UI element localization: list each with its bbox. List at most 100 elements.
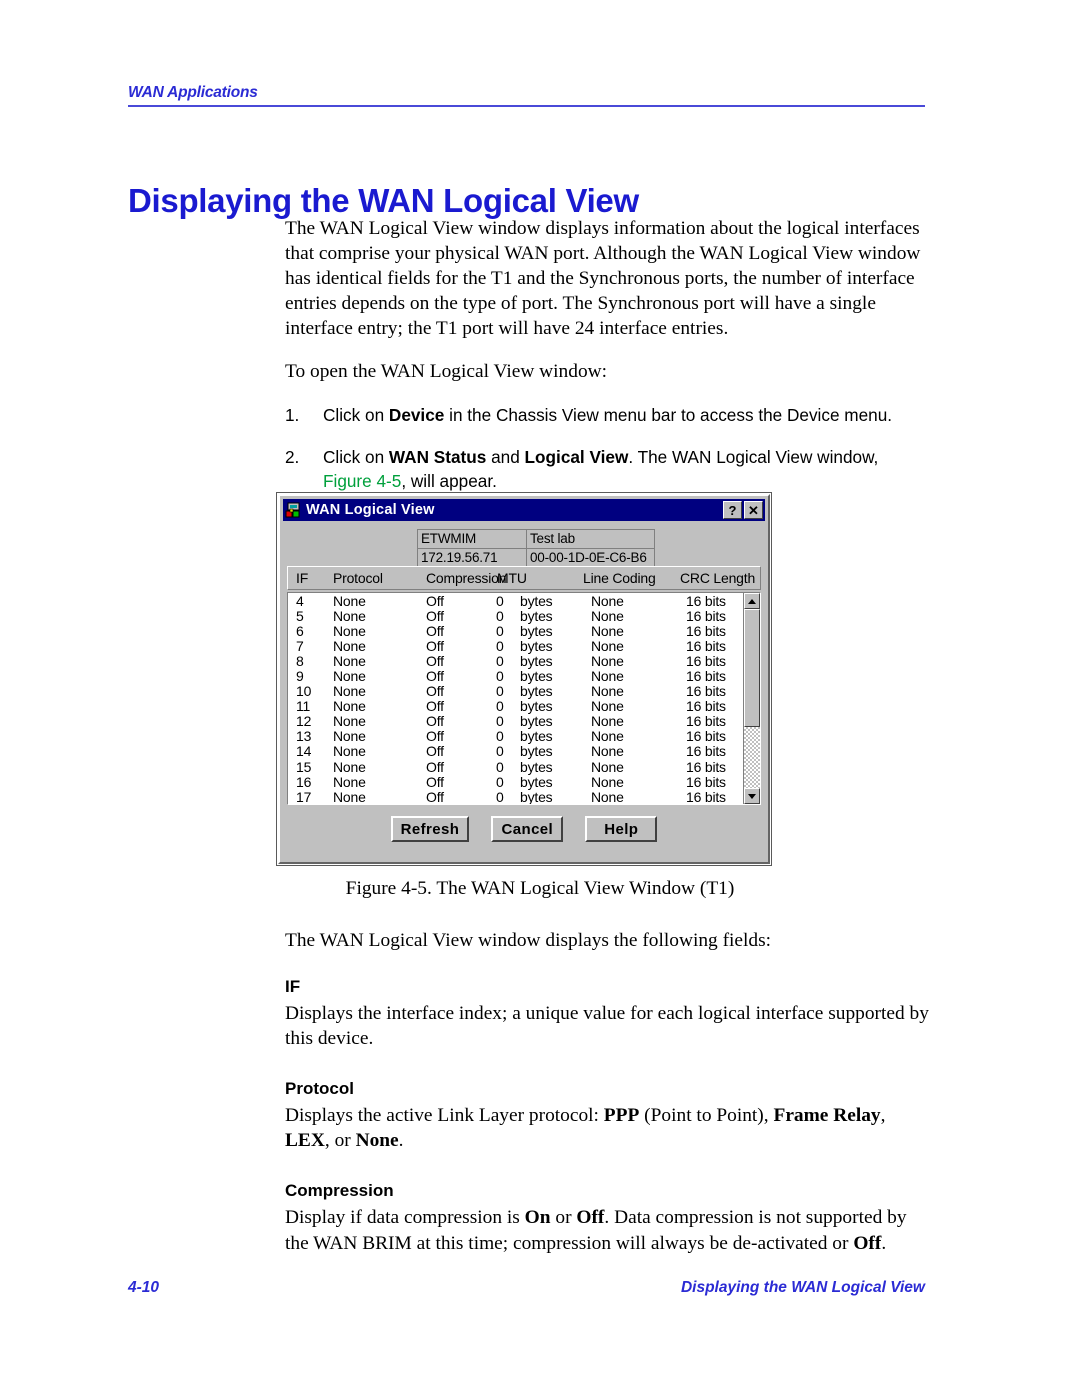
text-run: ,: [880, 1105, 886, 1127]
table-row[interactable]: 17 None Off 0 bytes None 16 bits: [288, 788, 742, 805]
step-number: 2.: [285, 446, 300, 467]
cell-compression: Off: [426, 773, 444, 790]
cell-crc-length: 16 bits: [686, 593, 726, 609]
cell-protocol: None: [333, 728, 366, 745]
titlebar-help-button[interactable]: ?: [723, 501, 742, 519]
bold-term: Frame Relay: [773, 1105, 881, 1127]
cell-crc-length: 16 bits: [686, 638, 726, 655]
table-row[interactable]: 7 None Off 0 bytes None 16 bits: [288, 639, 742, 654]
bold-term: LEX: [285, 1130, 325, 1152]
cell-if: 4: [296, 593, 304, 609]
scroll-up-button[interactable]: [744, 593, 760, 609]
cell-mtu-unit: bytes: [520, 758, 553, 775]
scrollbar-track[interactable]: [744, 609, 760, 788]
interface-rows: 4 None Off 0 bytes None 16 bits 5 None Off 0 bytes N…: [288, 593, 742, 805]
cancel-button[interactable]: Cancel: [491, 816, 564, 842]
field-name-heading: Compression: [285, 1181, 394, 1201]
cell-protocol: None: [333, 788, 366, 805]
scrollbar-thumb[interactable]: [744, 609, 760, 727]
cell-protocol: None: [333, 608, 366, 625]
cell-compression: Off: [426, 788, 444, 805]
arrow-down-icon: [748, 793, 756, 799]
steps-list: 1. Click on Device in the Chassis View me…: [285, 403, 930, 493]
wan-logical-view-dialog: WAN Logical View ? ✕ ETWMIM Test lab 172…: [278, 494, 770, 864]
titlebar-close-button[interactable]: ✕: [744, 501, 763, 519]
dialog-titlebar[interactable]: WAN Logical View ? ✕: [283, 499, 765, 521]
help-button[interactable]: Help: [585, 816, 658, 842]
field-name-heading: Protocol: [285, 1079, 354, 1099]
table-row[interactable]: 4 None Off 0 bytes None 16 bits: [288, 593, 742, 609]
table-row[interactable]: 9 None Off 0 bytes None 16 bits: [288, 669, 742, 684]
vertical-scrollbar[interactable]: [743, 593, 760, 804]
figure-reference[interactable]: Figure 4-5: [323, 471, 401, 491]
cell-compression: Off: [426, 653, 444, 670]
column-header-crc-length: CRC Length: [680, 570, 756, 586]
table-row[interactable]: 11 None Off 0 bytes None 16 bits: [288, 699, 742, 714]
cell-line-coding: None: [591, 698, 624, 715]
cell-mtu: 0: [496, 743, 504, 760]
cell-line-coding: None: [591, 743, 624, 760]
cell-compression: Off: [426, 608, 444, 625]
device-info-row-1: ETWMIM Test lab: [417, 529, 655, 549]
table-row[interactable]: 14 None Off 0 bytes None 16 bits: [288, 744, 742, 759]
cell-mtu-unit: bytes: [520, 728, 553, 745]
cell-protocol: None: [333, 713, 366, 730]
arrow-up-icon: [748, 598, 756, 604]
cell-mtu-unit: bytes: [520, 788, 553, 805]
cell-line-coding: None: [591, 683, 624, 700]
table-row[interactable]: 8 None Off 0 bytes None 16 bits: [288, 654, 742, 669]
bold-term: None: [355, 1130, 399, 1152]
cell-crc-length: 16 bits: [686, 788, 726, 805]
intro-paragraph-1: The WAN Logical View window displays inf…: [285, 218, 921, 340]
scroll-down-button[interactable]: [744, 788, 760, 804]
cell-compression: Off: [426, 758, 444, 775]
cell-mtu-unit: bytes: [520, 593, 553, 609]
bold-term: On: [524, 1207, 551, 1229]
table-row[interactable]: 10 None Off 0 bytes None 16 bits: [288, 684, 742, 699]
cell-mtu-unit: bytes: [520, 623, 553, 640]
cell-if: 13: [296, 728, 312, 745]
cell-if: 16: [296, 773, 312, 790]
field-descriptions: The WAN Logical View window displays the…: [285, 928, 930, 1284]
cell-crc-length: 16 bits: [686, 608, 726, 625]
text-run: (Point to Point),: [639, 1105, 774, 1127]
intro-content: The WAN Logical View window displays inf…: [285, 216, 930, 511]
cell-crc-length: 16 bits: [686, 728, 726, 745]
cell-mtu-unit: bytes: [520, 608, 553, 625]
bold-term: Logical View: [524, 446, 629, 467]
cell-protocol: None: [333, 653, 366, 670]
refresh-button[interactable]: Refresh: [390, 816, 470, 842]
cell-mtu-unit: bytes: [520, 773, 553, 790]
cell-compression: Off: [426, 698, 444, 715]
table-row[interactable]: 15 None Off 0 bytes None 16 bits: [288, 758, 742, 775]
cell-protocol: None: [333, 623, 366, 640]
field-description: Display if data compression is On or Off…: [285, 1205, 930, 1255]
cell-mtu: 0: [496, 758, 504, 775]
table-row[interactable]: 12 None Off 0 bytes None 16 bits: [288, 714, 742, 729]
cell-line-coding: None: [591, 668, 624, 685]
cell-crc-length: 16 bits: [686, 623, 726, 640]
interface-list[interactable]: 4 None Off 0 bytes None 16 bits 5 None Off 0 bytes N…: [287, 592, 761, 805]
dialog-button-row: Refresh Cancel Help: [280, 816, 768, 842]
cell-crc-length: 16 bits: [686, 758, 726, 775]
fields-intro: The WAN Logical View window displays the…: [285, 930, 772, 951]
table-row[interactable]: 13 None Off 0 bytes None 16 bits: [288, 729, 742, 744]
field-description: Displays the active Link Layer protocol:…: [285, 1103, 930, 1153]
page-title: Displaying the WAN Logical View: [128, 182, 639, 220]
cell-line-coding: None: [591, 593, 624, 609]
cell-if: 12: [296, 713, 312, 730]
cell-compression: Off: [426, 668, 444, 685]
table-row[interactable]: 5 None Off 0 bytes None 16 bits: [288, 608, 742, 625]
table-row[interactable]: 16 None Off 0 bytes None 16 bits: [288, 773, 742, 790]
column-header-protocol: Protocol: [333, 570, 383, 586]
intro-paragraph-2: To open the WAN Logical View window:: [285, 361, 608, 383]
step-text: Click on WAN Status and Logical View. Th…: [323, 447, 878, 491]
figure-caption: Figure 4-5. The WAN Logical View Window …: [345, 878, 735, 899]
text-run: Displays the interface index; a unique v…: [285, 1003, 929, 1050]
header-divider: [128, 105, 925, 107]
cell-mtu: 0: [496, 638, 504, 655]
cell-if: 8: [296, 653, 304, 670]
cell-line-coding: None: [591, 728, 624, 745]
bold-term: Device: [388, 404, 445, 425]
table-row[interactable]: 6 None Off 0 bytes None 16 bits: [288, 624, 742, 639]
